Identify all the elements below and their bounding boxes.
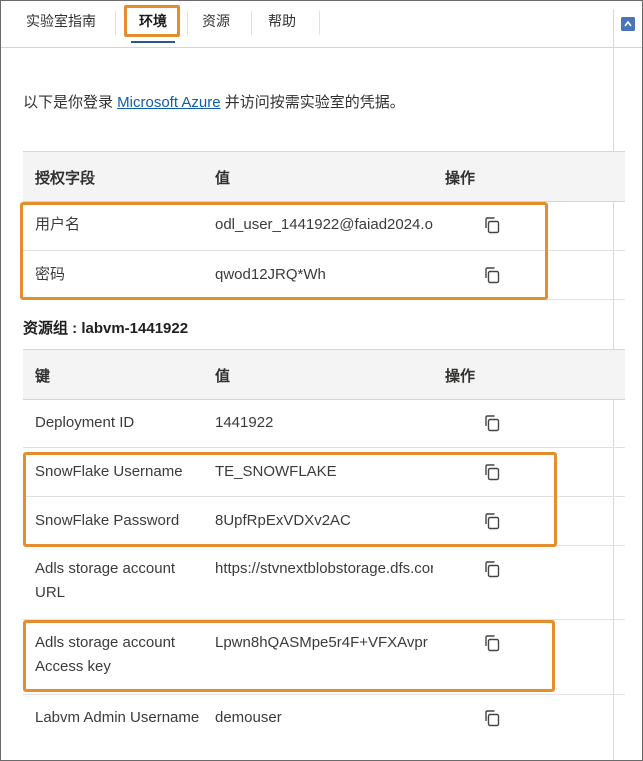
table-row: Deployment ID 1441922 xyxy=(23,399,625,448)
header-action: 操作 xyxy=(445,368,476,385)
row-value: demouser xyxy=(215,709,282,726)
row-value: https://stvnextblobstorage.dfs.core.wind… xyxy=(215,560,433,577)
table-row: Labvm Admin Username demouser xyxy=(23,695,625,760)
credentials-header: 授权字段 值 操作 xyxy=(23,151,625,202)
header-value: 值 xyxy=(215,368,231,385)
tab-help[interactable]: 帮助 xyxy=(261,1,303,41)
expand-icon-glyph xyxy=(621,17,635,31)
lab-panel: 实验室指南 环境 资源 帮助 以下是你登录 Microsoft Azure 并访… xyxy=(0,0,643,761)
snowflake-highlight xyxy=(23,452,557,547)
copy-icon[interactable] xyxy=(483,414,501,432)
row-key: Labvm Admin Username xyxy=(35,709,200,726)
resource-group-table: 键 值 操作 Deployment ID 1441922 SnowFlake U… xyxy=(23,349,625,760)
intro-prefix: 以下是你登录 xyxy=(23,94,118,111)
tab-separator xyxy=(251,11,252,35)
header-key: 键 xyxy=(35,368,51,385)
copy-icon[interactable] xyxy=(483,709,501,727)
tab-divider xyxy=(1,47,642,48)
tab-separator xyxy=(115,11,116,35)
copy-icon[interactable] xyxy=(483,560,501,578)
header-action: 操作 xyxy=(445,170,476,187)
tab-resources[interactable]: 资源 xyxy=(195,1,237,41)
credentials-highlight xyxy=(20,202,548,300)
row-key: Adls storage account URL xyxy=(35,560,176,601)
row-key: Deployment ID xyxy=(35,414,135,431)
resource-header: 键 值 操作 xyxy=(23,349,625,400)
azure-link[interactable]: Microsoft Azure xyxy=(117,94,220,111)
header-field: 授权字段 xyxy=(35,170,96,187)
table-row: Adls storage account URL https://stvnext… xyxy=(23,546,625,620)
tab-bar: 实验室指南 环境 资源 帮助 xyxy=(1,1,642,47)
tab-lab-guide[interactable]: 实验室指南 xyxy=(11,1,111,41)
tab-separator xyxy=(319,11,320,35)
resource-group-label: 资源组 : labvm-1441922 xyxy=(23,320,189,337)
intro-text: 以下是你登录 Microsoft Azure 并访问按需实验室的凭据。 xyxy=(23,91,405,112)
header-value: 值 xyxy=(215,170,231,187)
environment-tab-highlight xyxy=(124,5,180,37)
tab-separator xyxy=(187,11,188,35)
expand-icon[interactable] xyxy=(621,17,635,31)
row-value: 1441922 xyxy=(215,414,274,431)
active-tab-indicator xyxy=(131,41,175,43)
access-key-highlight xyxy=(23,620,555,692)
intro-suffix: 并访问按需实验室的凭据。 xyxy=(220,94,405,111)
